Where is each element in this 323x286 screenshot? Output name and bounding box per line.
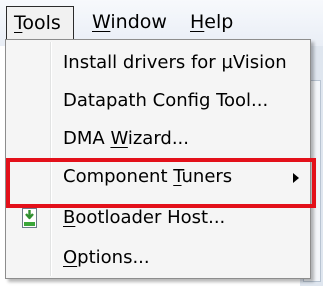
label-accel: B [63,207,76,228]
label-post: ptions... [77,247,150,268]
label-post: izard... [127,128,189,149]
screenshot: Tools Window Help Install drivers for µV… [0,0,323,286]
label-pre: Component [63,166,174,187]
label-pre: DMA [63,128,111,149]
menu-item-component-tuners[interactable]: Component Tuners [7,160,309,194]
label-accel: W [110,128,128,149]
label-post: µVision [221,52,287,73]
menu-item-label: Component Tuners [63,166,232,188]
menu-help[interactable]: Help [190,10,233,34]
menu-item-label: Install drivers for µVision [63,52,287,74]
tools-dropdown-menu: Install drivers for µVision Datapath Con… [5,39,311,279]
menu-window-accel: W [92,11,111,33]
menu-item-dma-wizard[interactable]: DMA Wizard... [7,122,309,156]
menu-item-label: Datapath Config Tool... [63,90,268,112]
label-post: uners [181,166,233,187]
menu-window-label: indow [110,11,167,33]
label-pre: Install drivers for [63,52,222,73]
download-arrow-icon [21,207,41,229]
menu-help-label: elp [204,11,234,33]
menu-item-bootloader-host[interactable]: Bootloader Host... [7,201,309,235]
label-pre: Datapath Config Tool... [63,90,269,111]
label-post: ootloader Host... [75,207,226,228]
download-arrow-icon-graphic [22,208,37,228]
menu-item-datapath-config-tool[interactable]: Datapath Config Tool... [7,84,309,118]
menu-window[interactable]: Window [92,10,167,34]
menu-item-label: Bootloader Host... [63,207,225,229]
menu-tools[interactable]: Tools [6,6,74,40]
menu-item-options[interactable]: Options... [7,241,309,275]
menu-item-install-drivers[interactable]: Install drivers for µVision [7,46,309,80]
label-accel: T [173,166,182,187]
menu-item-label: Options... [63,247,150,269]
menu-help-accel: H [190,11,205,33]
menu-item-label: DMA Wizard... [63,128,189,150]
chevron-right-icon [293,173,299,183]
menu-tools-label: ools [22,12,61,34]
label-accel: O [63,247,78,268]
